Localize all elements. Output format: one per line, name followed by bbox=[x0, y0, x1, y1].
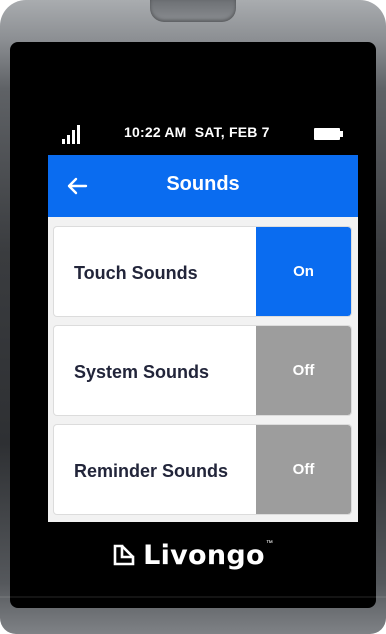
setting-row-reminder-sounds: Reminder Sounds Off bbox=[54, 425, 351, 514]
setting-label: Reminder Sounds bbox=[74, 461, 229, 481]
page-title: Sounds bbox=[166, 173, 240, 195]
brand-name: Livongo bbox=[143, 539, 265, 571]
app-header: Sounds bbox=[48, 155, 358, 217]
touch-sounds-toggle[interactable]: On bbox=[256, 227, 351, 316]
setting-row-touch-sounds: Touch Sounds On bbox=[54, 227, 351, 316]
settings-list: Touch Sounds On System Sounds Off Remind… bbox=[54, 227, 351, 522]
device-bottom-edge bbox=[0, 596, 386, 598]
device-frame: 10:22 AM SAT, FEB 7 Sounds Touch Sounds … bbox=[0, 0, 386, 634]
status-date: SAT, FEB 7 bbox=[194, 124, 270, 140]
battery-full-icon bbox=[314, 128, 343, 140]
brand-logo-area: Livongo ™ bbox=[0, 530, 386, 580]
status-datetime: 10:22 AM SAT, FEB 7 bbox=[124, 124, 270, 140]
status-bar: 10:22 AM SAT, FEB 7 bbox=[48, 118, 358, 148]
status-time: 10:22 AM bbox=[124, 124, 187, 140]
brand-trademark: ™ bbox=[265, 540, 273, 547]
setting-label: System Sounds bbox=[74, 362, 210, 382]
livongo-logo-icon bbox=[113, 544, 135, 566]
reminder-sounds-toggle[interactable]: Off bbox=[256, 425, 351, 514]
screen: Sounds Touch Sounds On System Sounds Off… bbox=[48, 155, 358, 522]
setting-label: Touch Sounds bbox=[74, 263, 198, 283]
system-sounds-toggle[interactable]: Off bbox=[256, 326, 351, 415]
signal-bars-icon bbox=[62, 122, 84, 144]
setting-row-system-sounds: System Sounds Off bbox=[54, 326, 351, 415]
device-notch bbox=[150, 0, 236, 22]
